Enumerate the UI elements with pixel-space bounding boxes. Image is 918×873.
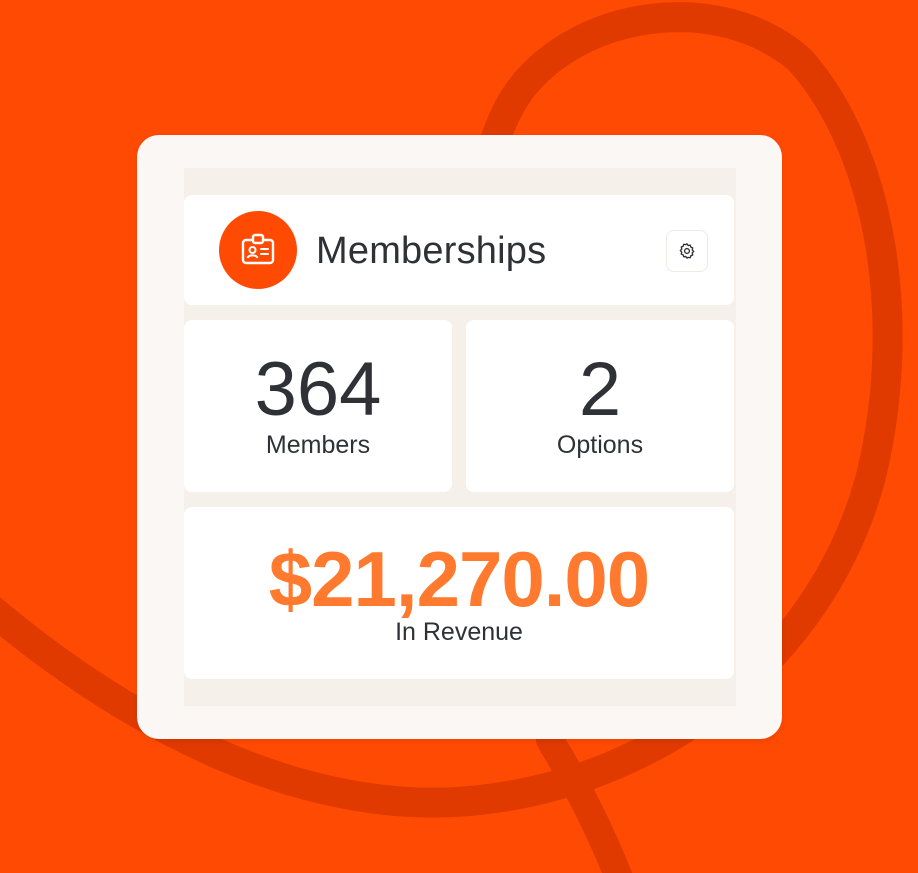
- id-badge-icon: [219, 211, 297, 289]
- revenue-amount: $21,270.00: [268, 535, 650, 623]
- page: { "colors": { "background": "#ff4a03", "…: [0, 0, 918, 873]
- revenue-label: In Revenue: [395, 618, 523, 646]
- revenue-stat: $21,270.00 In Revenue: [184, 507, 734, 679]
- card-panel: Memberships 364 Members 2 Options $21,27…: [184, 168, 736, 706]
- memberships-card: Memberships 364 Members 2 Options $21,27…: [137, 135, 782, 739]
- card-header: Memberships: [184, 195, 734, 305]
- settings-button[interactable]: [666, 230, 708, 272]
- card-title: Memberships: [316, 230, 547, 272]
- options-count: 2: [578, 347, 622, 432]
- gear-icon: [679, 243, 695, 259]
- options-label: Options: [556, 431, 644, 459]
- options-stat: 2 Options: [466, 320, 734, 492]
- members-count: 364: [254, 347, 382, 432]
- members-label: Members: [265, 431, 371, 459]
- members-stat: 364 Members: [184, 320, 452, 492]
